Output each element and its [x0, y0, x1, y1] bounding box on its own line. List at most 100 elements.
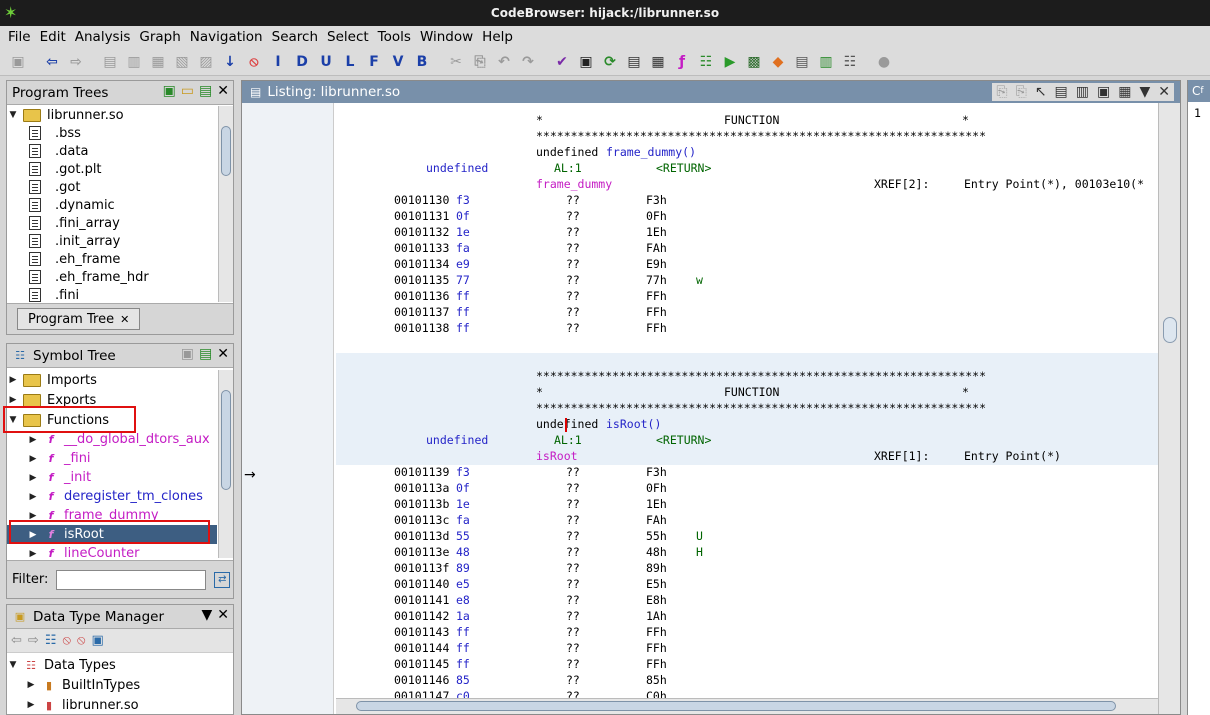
tree-item[interactable]: .eh_frame: [7, 250, 217, 268]
symbol-tree-scrollbar[interactable]: [218, 370, 233, 558]
close-icon[interactable]: ✕: [217, 83, 229, 99]
menu-navigation[interactable]: Navigation: [190, 29, 263, 45]
label-line[interactable]: frame_dummy XREF[2]: Entry Point(*), 00103…: [336, 177, 1158, 193]
code-row[interactable]: 00101130 f3?? F3h: [336, 193, 1158, 209]
cursor-icon[interactable]: ↖: [1035, 84, 1047, 100]
menu-search[interactable]: Search: [272, 29, 318, 45]
bytes-icon[interactable]: ▣: [576, 52, 596, 72]
edit-fields-icon[interactable]: ▤: [1055, 84, 1068, 100]
paste-tree-icon[interactable]: ▤: [199, 83, 212, 99]
undo-icon[interactable]: ↶: [494, 52, 514, 72]
menu-edit[interactable]: Edit: [40, 29, 66, 45]
refresh-icon[interactable]: ⟳: [600, 52, 620, 72]
memory-icon[interactable]: ▩: [744, 52, 764, 72]
expand-arrow-icon[interactable]: ▶: [7, 375, 19, 385]
nav-prev-icon[interactable]: ▤: [100, 52, 120, 72]
menu-select[interactable]: Select: [327, 29, 369, 45]
collapse-arrow-icon[interactable]: ▼: [7, 110, 19, 120]
menu-analysis[interactable]: Analysis: [75, 29, 131, 45]
menu-tools[interactable]: Tools: [378, 29, 411, 45]
new-namespace-icon[interactable]: ▣: [181, 346, 194, 362]
code-row[interactable]: 00101143 ff?? FFh: [336, 625, 1158, 641]
nav-data-icon[interactable]: ▧: [172, 52, 192, 72]
filter-input[interactable]: [56, 569, 207, 590]
tree-item[interactable]: ▶ ▮ librunner.so: [7, 695, 217, 715]
expand-arrow-icon[interactable]: ▶: [27, 511, 39, 521]
code-row[interactable]: 00101133 fa?? FAh: [336, 241, 1158, 257]
decompile-icon[interactable]: ▦: [648, 52, 668, 72]
decompiler-icon[interactable]: Cf: [1188, 80, 1210, 102]
label-L-button[interactable]: L: [340, 52, 360, 72]
dropdown-arrow-icon[interactable]: ▼: [201, 607, 212, 623]
function-item[interactable]: ▶ f deregister_tm_clones: [7, 487, 217, 506]
tree-root[interactable]: ▼ librunner.so: [7, 106, 217, 124]
paste-icon[interactable]: ▤: [199, 346, 212, 362]
code-row[interactable]: 00101132 1e?? 1Eh: [336, 225, 1158, 241]
tree-item[interactable]: .fini: [7, 286, 217, 302]
close-icon[interactable]: ✕: [217, 607, 229, 623]
function-item[interactable]: ▶ f _fini: [7, 449, 217, 468]
tree-icon[interactable]: ☷: [840, 52, 860, 72]
close-icon[interactable]: ✕: [217, 346, 229, 362]
down-arrow-icon[interactable]: ↓: [220, 52, 240, 72]
code-row[interactable]: 00101144 ff?? FFh: [336, 641, 1158, 657]
copy-icon[interactable]: ⎘: [996, 84, 1007, 100]
tab-program-tree[interactable]: Program Tree ✕: [17, 308, 141, 330]
paste-icon[interactable]: ⎘: [470, 52, 490, 72]
signature-line[interactable]: undefined isRoot(): [336, 417, 1158, 433]
tab-close-icon[interactable]: ✕: [120, 313, 129, 326]
back-arrow-icon[interactable]: ⇦: [42, 52, 62, 72]
dropdown-arrow-icon[interactable]: ▼: [1139, 84, 1150, 100]
clear-icon[interactable]: ⦸: [244, 52, 264, 72]
function-item[interactable]: ▶ f lineCounter: [7, 544, 217, 558]
scroll-position-marker[interactable]: [1163, 317, 1177, 343]
forward-arrow-icon[interactable]: ⇨: [66, 52, 86, 72]
close-icon[interactable]: ✕: [1158, 84, 1170, 100]
menu-file[interactable]: File: [8, 29, 31, 45]
open-folder-icon[interactable]: ▭: [181, 83, 194, 99]
expand-arrow-icon[interactable]: ▶: [7, 395, 19, 405]
nav-next-icon[interactable]: ▥: [124, 52, 144, 72]
code-row[interactable]: 00101145 ff?? FFh: [336, 657, 1158, 673]
tree-item[interactable]: .eh_frame_hdr: [7, 268, 217, 286]
function-item[interactable]: ▶ f _init: [7, 468, 217, 487]
table-icon[interactable]: ▤: [792, 52, 812, 72]
collapse-all-icon[interactable]: ▣: [91, 633, 103, 648]
code-row[interactable]: 00101135 77?? 77h w: [336, 273, 1158, 289]
redo-icon[interactable]: ↷: [518, 52, 538, 72]
back-arrow-icon[interactable]: ⇦: [11, 633, 22, 648]
disassemble-I-button[interactable]: I: [268, 52, 288, 72]
code-row[interactable]: 00101136 ff?? FFh: [336, 289, 1158, 305]
bookmark-B-button[interactable]: B: [412, 52, 432, 72]
forward-arrow-icon[interactable]: ⇨: [28, 633, 39, 648]
graph-icon[interactable]: ☷: [696, 52, 716, 72]
tree-item[interactable]: .got: [7, 178, 217, 196]
program-tree-scrollbar[interactable]: [218, 106, 233, 302]
code-row[interactable]: 0010113f 89?? 89h: [336, 561, 1158, 577]
save-icon[interactable]: ▣: [8, 52, 28, 72]
code-row[interactable]: 00101131 0f?? 0Fh: [336, 209, 1158, 225]
expand-arrow-icon[interactable]: ▶: [25, 680, 37, 690]
expand-arrow-icon[interactable]: ▶: [27, 473, 39, 483]
signature-line[interactable]: undefined frame_dummy(): [336, 145, 1158, 161]
code-row[interactable]: 00101141 e8?? E8h: [336, 593, 1158, 609]
code-row[interactable]: 0010113c fa?? FAh: [336, 513, 1158, 529]
tree-item[interactable]: .got.plt: [7, 160, 217, 178]
expand-arrow-icon[interactable]: ▶: [27, 549, 39, 559]
options-icon[interactable]: ▦: [1118, 84, 1131, 100]
function-F-button[interactable]: F: [364, 52, 384, 72]
label-line[interactable]: isRoot XREF[1]: Entry Point(*): [336, 449, 1158, 465]
run-icon[interactable]: ▶: [720, 52, 740, 72]
code-row[interactable]: 0010113b 1e?? 1Eh: [336, 497, 1158, 513]
code-row[interactable]: 00101146 85?? 85h: [336, 673, 1158, 689]
listing-code[interactable]: * FUNCTION * *****************************…: [336, 103, 1158, 714]
code-row[interactable]: 00101138 ff?? FFh: [336, 321, 1158, 337]
tree-item[interactable]: .init_array: [7, 232, 217, 250]
diamond-icon[interactable]: ◆: [768, 52, 788, 72]
undefined-U-button[interactable]: U: [316, 52, 336, 72]
checkmark-icon[interactable]: ✔: [552, 52, 572, 72]
tree-node-imports[interactable]: ▶ Imports: [7, 370, 217, 390]
expand-arrow-icon[interactable]: ▶: [25, 700, 37, 710]
tree-item[interactable]: .data: [7, 142, 217, 160]
listing-horizontal-scrollbar[interactable]: [336, 698, 1158, 714]
